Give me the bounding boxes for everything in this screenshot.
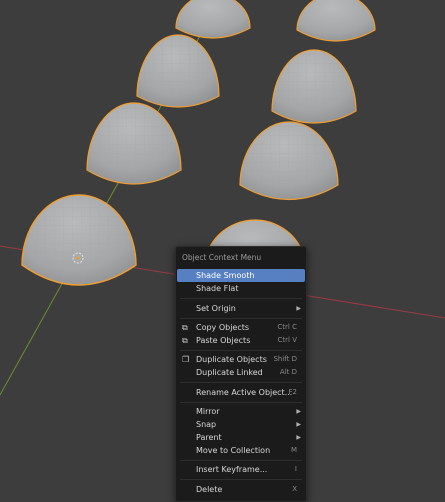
menu-item-paste-objects[interactable]: ⧉ Paste Objects Ctrl V [177, 334, 305, 347]
menu-separator [180, 318, 302, 319]
submenu-arrow-icon: ▶ [296, 305, 301, 312]
menu-separator [180, 350, 302, 351]
submenu-arrow-icon: ▶ [296, 408, 301, 415]
menu-item-parent[interactable]: Parent ▶ [177, 431, 305, 444]
menu-item-insert-keyframe[interactable]: Insert Keyframe... I [177, 463, 305, 476]
menu-item-delete[interactable]: Delete X [177, 483, 305, 496]
menu-item-label: Duplicate Linked [196, 368, 263, 377]
menu-item-copy-objects[interactable]: ⧉ Copy Objects Ctrl C [177, 321, 305, 334]
menu-item-shortcut: Ctrl C [277, 323, 297, 331]
menu-item-label: Paste Objects [196, 336, 251, 345]
submenu-arrow-icon: ▶ [296, 434, 301, 441]
menu-item-shortcut: X [292, 485, 297, 493]
hemisphere-object[interactable] [175, 0, 251, 39]
menu-item-shade-flat[interactable]: Shade Flat [177, 282, 305, 295]
menu-item-shortcut: Shift D [273, 355, 297, 363]
menu-item-label: Parent [196, 433, 222, 442]
menu-item-label: Insert Keyframe... [196, 465, 268, 474]
hemisphere-object[interactable] [136, 34, 220, 108]
menu-item-move-to-collection[interactable]: Move to Collection M [177, 444, 305, 457]
menu-separator [180, 460, 302, 461]
object-context-menu: Object Context Menu Shade Smooth Shade F… [175, 246, 307, 502]
duplicate-icon: ❐ [182, 355, 190, 364]
menu-item-label: Duplicate Objects [196, 355, 267, 364]
menu-item-set-origin[interactable]: Set Origin ▶ [177, 302, 305, 315]
menu-separator [180, 479, 302, 480]
hemisphere-object[interactable] [271, 49, 357, 124]
submenu-arrow-icon: ▶ [296, 421, 301, 428]
paste-icon: ⧉ [182, 336, 188, 345]
menu-item-label: Mirror [196, 407, 220, 416]
menu-item-label: Move to Collection [196, 446, 271, 455]
menu-item-mirror[interactable]: Mirror ▶ [177, 405, 305, 418]
menu-item-shortcut: F2 [288, 388, 297, 396]
menu-item-shortcut: M [290, 446, 297, 454]
menu-item-label: Rename Active Object... [196, 388, 293, 397]
menu-separator [180, 298, 302, 299]
hemisphere-object[interactable] [296, 0, 376, 42]
hemisphere-object-active[interactable] [21, 194, 137, 286]
hemisphere-object[interactable] [239, 121, 339, 200]
menu-item-label: Set Origin [196, 304, 236, 313]
menu-item-rename-active-object[interactable]: Rename Active Object... F2 [177, 386, 305, 399]
menu-item-shade-smooth[interactable]: Shade Smooth [177, 269, 305, 282]
menu-item-shortcut: Ctrl V [277, 336, 297, 344]
hemisphere-object[interactable] [86, 102, 182, 185]
menu-item-snap[interactable]: Snap ▶ [177, 418, 305, 431]
copy-icon: ⧉ [182, 323, 188, 332]
menu-item-shortcut: I [294, 465, 297, 473]
menu-item-shortcut: Alt D [279, 368, 297, 376]
menu-item-label: Shade Smooth [196, 271, 255, 280]
menu-separator [180, 402, 302, 403]
menu-item-label: Delete [196, 485, 223, 494]
menu-item-duplicate-linked[interactable]: Duplicate Linked Alt D [177, 366, 305, 379]
menu-item-duplicate-objects[interactable]: ❐ Duplicate Objects Shift D [177, 353, 305, 366]
menu-separator [180, 382, 302, 383]
menu-item-label: Snap [196, 420, 217, 429]
menu-item-label: Shade Flat [196, 284, 239, 293]
menu-title: Object Context Menu [182, 253, 262, 262]
menu-item-label: Copy Objects [196, 323, 250, 332]
